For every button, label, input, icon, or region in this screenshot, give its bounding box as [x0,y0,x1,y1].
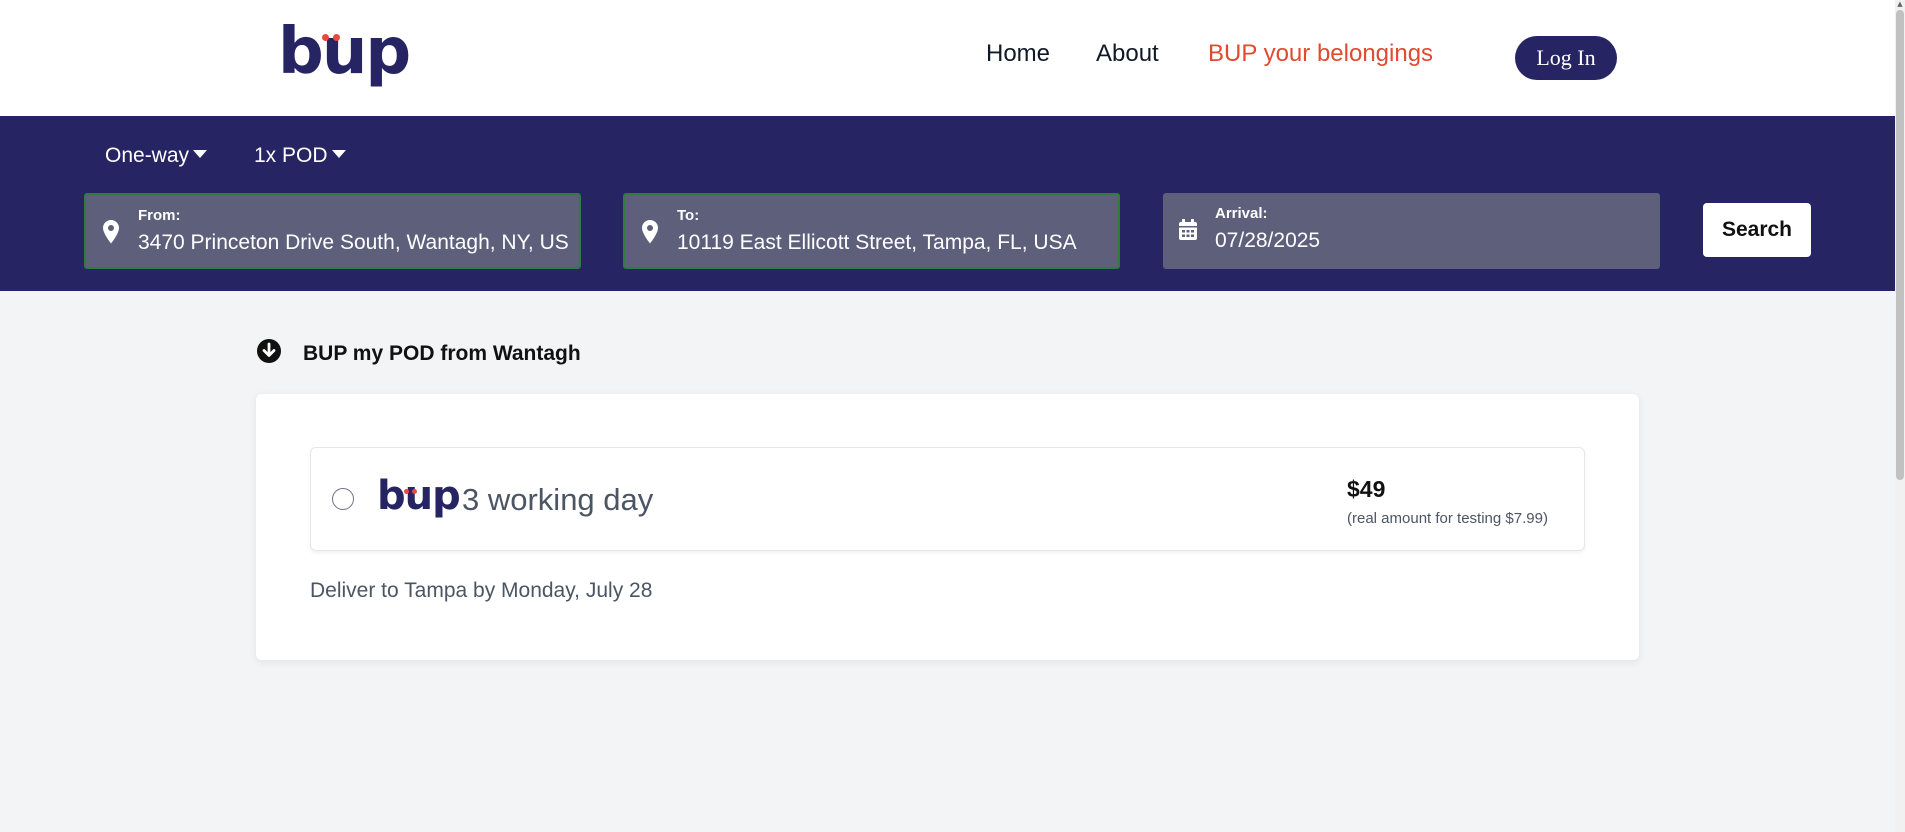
from-label: From: [138,207,181,224]
map-pin-icon [642,220,658,244]
login-button[interactable]: Log In [1515,36,1617,80]
search-button[interactable]: Search [1703,203,1811,257]
arrival-input[interactable] [1215,229,1645,253]
nav-home-link[interactable]: Home [986,40,1050,68]
caret-down-icon [331,150,346,159]
shipping-options-card: bup 3 working day $49 (real amount for t… [256,394,1639,660]
option-title: 3 working day [462,482,654,517]
bup-logo[interactable]: bup [278,20,411,94]
page-scrollbar[interactable]: ▲ [1895,0,1905,832]
logo-dots [322,26,344,45]
from-input[interactable] [138,231,568,255]
to-label: To: [677,207,700,224]
from-field[interactable]: From: [84,193,581,269]
option-price: $49 [1347,476,1386,502]
map-pin-icon [103,220,119,244]
arrival-field[interactable]: Arrival: [1163,193,1660,269]
delivery-estimate: Deliver to Tampa by Monday, July 28 [310,579,653,602]
caret-down-icon [193,150,208,159]
section-title: BUP my POD from Wantagh [303,342,581,365]
logo-dots [404,479,420,498]
scroll-thumb[interactable] [1896,10,1904,480]
nav-bup-belongings-link[interactable]: BUP your belongings [1208,40,1433,68]
option-price-note: (real amount for testing $7.99) [1347,510,1548,527]
arrow-down-circle-icon [257,339,281,363]
to-input[interactable] [677,231,1107,255]
trip-type-value: One-way [105,144,190,167]
pod-count-value: 1x POD [254,144,328,167]
pod-count-dropdown[interactable]: 1x POD [254,144,346,168]
shipping-option[interactable]: bup 3 working day $49 (real amount for t… [310,447,1585,551]
search-band: One-way 1x POD From: To: [0,116,1895,291]
to-field[interactable]: To: [623,193,1120,269]
nav-about-link[interactable]: About [1096,40,1159,68]
bup-logo: bup [377,476,461,520]
scroll-up-arrow-icon[interactable]: ▲ [1896,0,1904,8]
calendar-icon [1179,219,1197,240]
site-header: bup Home About BUP your belongings Log I… [0,0,1895,116]
option-radio[interactable] [332,488,354,510]
arrival-label: Arrival: [1215,205,1268,222]
trip-type-dropdown[interactable]: One-way [105,144,208,168]
